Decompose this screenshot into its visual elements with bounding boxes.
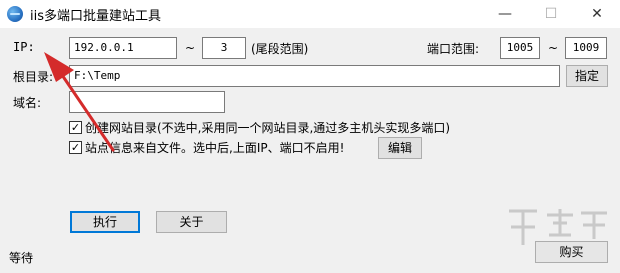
- ip-range-end-field[interactable]: 3: [202, 37, 246, 59]
- window-title: iis多端口批量建站工具: [30, 9, 161, 24]
- globe-icon: [7, 6, 23, 22]
- buy-button[interactable]: 购买: [535, 241, 608, 263]
- close-button[interactable]: ✕: [574, 0, 620, 28]
- root-dir-field[interactable]: F:\Temp: [69, 65, 560, 87]
- ip-tilde: ~: [185, 41, 196, 55]
- create-site-dir-checkbox[interactable]: ✓: [69, 121, 82, 134]
- create-site-dir-label: 创建网站目录(不选中,采用同一个网站目录,通过多主机头实现多端口): [85, 121, 450, 135]
- port-tilde: ~: [548, 41, 559, 55]
- maximize-button[interactable]: ☐: [528, 0, 574, 28]
- ip-range-hint: (尾段范围): [251, 42, 309, 56]
- site-info-file-checkbox[interactable]: ✓: [69, 141, 82, 154]
- minimize-button[interactable]: —: [482, 0, 528, 28]
- ip-start-field[interactable]: 192.0.0.1: [69, 37, 177, 59]
- run-button[interactable]: 执行: [70, 211, 140, 233]
- domain-field[interactable]: [69, 91, 225, 113]
- edit-button[interactable]: 编辑: [378, 137, 422, 159]
- site-info-file-label: 站点信息来自文件。选中后,上面IP、端口不启用!: [85, 141, 345, 155]
- status-text: 等待: [9, 251, 34, 265]
- domain-label: 域名:: [13, 96, 42, 110]
- about-button[interactable]: 关于: [156, 211, 227, 233]
- port-end-field[interactable]: 1009: [565, 37, 607, 59]
- root-dir-label: 根目录:: [13, 70, 54, 84]
- port-range-label: 端口范围:: [427, 42, 480, 56]
- port-start-field[interactable]: 1005: [500, 37, 540, 59]
- browse-button[interactable]: 指定: [566, 65, 608, 87]
- title-bar: iis多端口批量建站工具 — ☐ ✕: [0, 0, 620, 28]
- ip-label: IP:: [13, 40, 35, 54]
- app-window: iis多端口批量建站工具 — ☐ ✕ IP: 192.0.0.1 ~ 3 (尾段…: [0, 0, 620, 273]
